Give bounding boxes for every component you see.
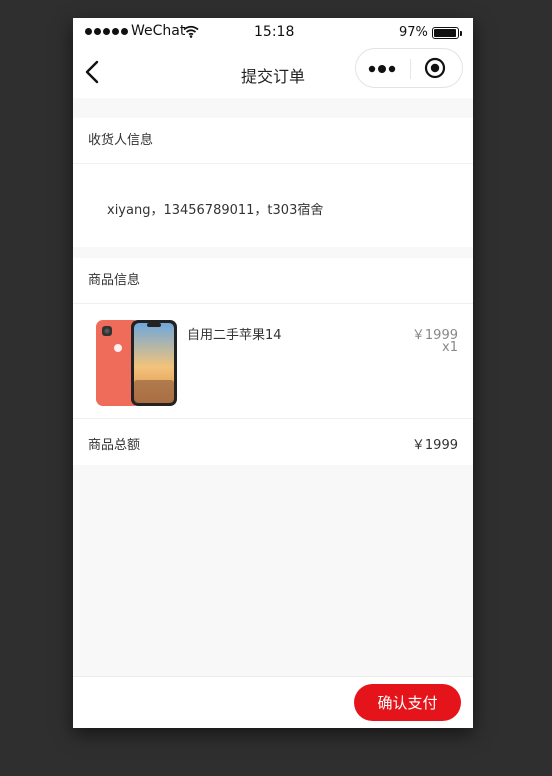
carrier-name: WeChat [131, 23, 186, 39]
battery-tip [460, 31, 462, 36]
capsule-divider [410, 59, 411, 79]
receiver-section-title: 收货人信息 [73, 118, 473, 164]
goods-item[interactable]: 自用二手苹果14 ￥1999 x1 [73, 304, 473, 419]
menu-capsule [355, 48, 463, 88]
nav-bar: 提交订单 [73, 46, 473, 98]
goods-quantity: x1 [442, 340, 458, 355]
goods-name: 自用二手苹果14 [187, 328, 282, 343]
signal-icon [85, 28, 128, 35]
receiver-card: 收货人信息 xiyang，13456789011，t303宿舍 [73, 118, 473, 247]
close-circle-icon[interactable] [424, 57, 446, 79]
status-bar: WeChat 15:18 97% [73, 18, 473, 46]
more-dots-icon[interactable] [368, 63, 398, 75]
battery-icon [432, 27, 459, 39]
total-value: ￥1999 [411, 438, 458, 453]
iphone-product-image [96, 320, 177, 406]
wifi-icon [183, 25, 199, 38]
total-row: 商品总额 ￥1999 [73, 419, 473, 465]
receiver-info[interactable]: xiyang，13456789011，t303宿舍 [73, 164, 473, 218]
total-label: 商品总额 [88, 438, 141, 453]
clock: 15:18 [254, 24, 295, 40]
goods-card: 商品信息 自用二手苹果14 ￥1999 x1 商品总额 ￥1999 [73, 258, 473, 465]
bottom-bar: 确认支付 [73, 676, 473, 728]
confirm-pay-button[interactable]: 确认支付 [354, 684, 461, 721]
phone-screen: WeChat 15:18 97% 提交订单 收货人信息 xiyang，13456… [73, 18, 473, 728]
goods-section-title: 商品信息 [73, 258, 473, 304]
battery-percent: 97% [399, 25, 428, 40]
